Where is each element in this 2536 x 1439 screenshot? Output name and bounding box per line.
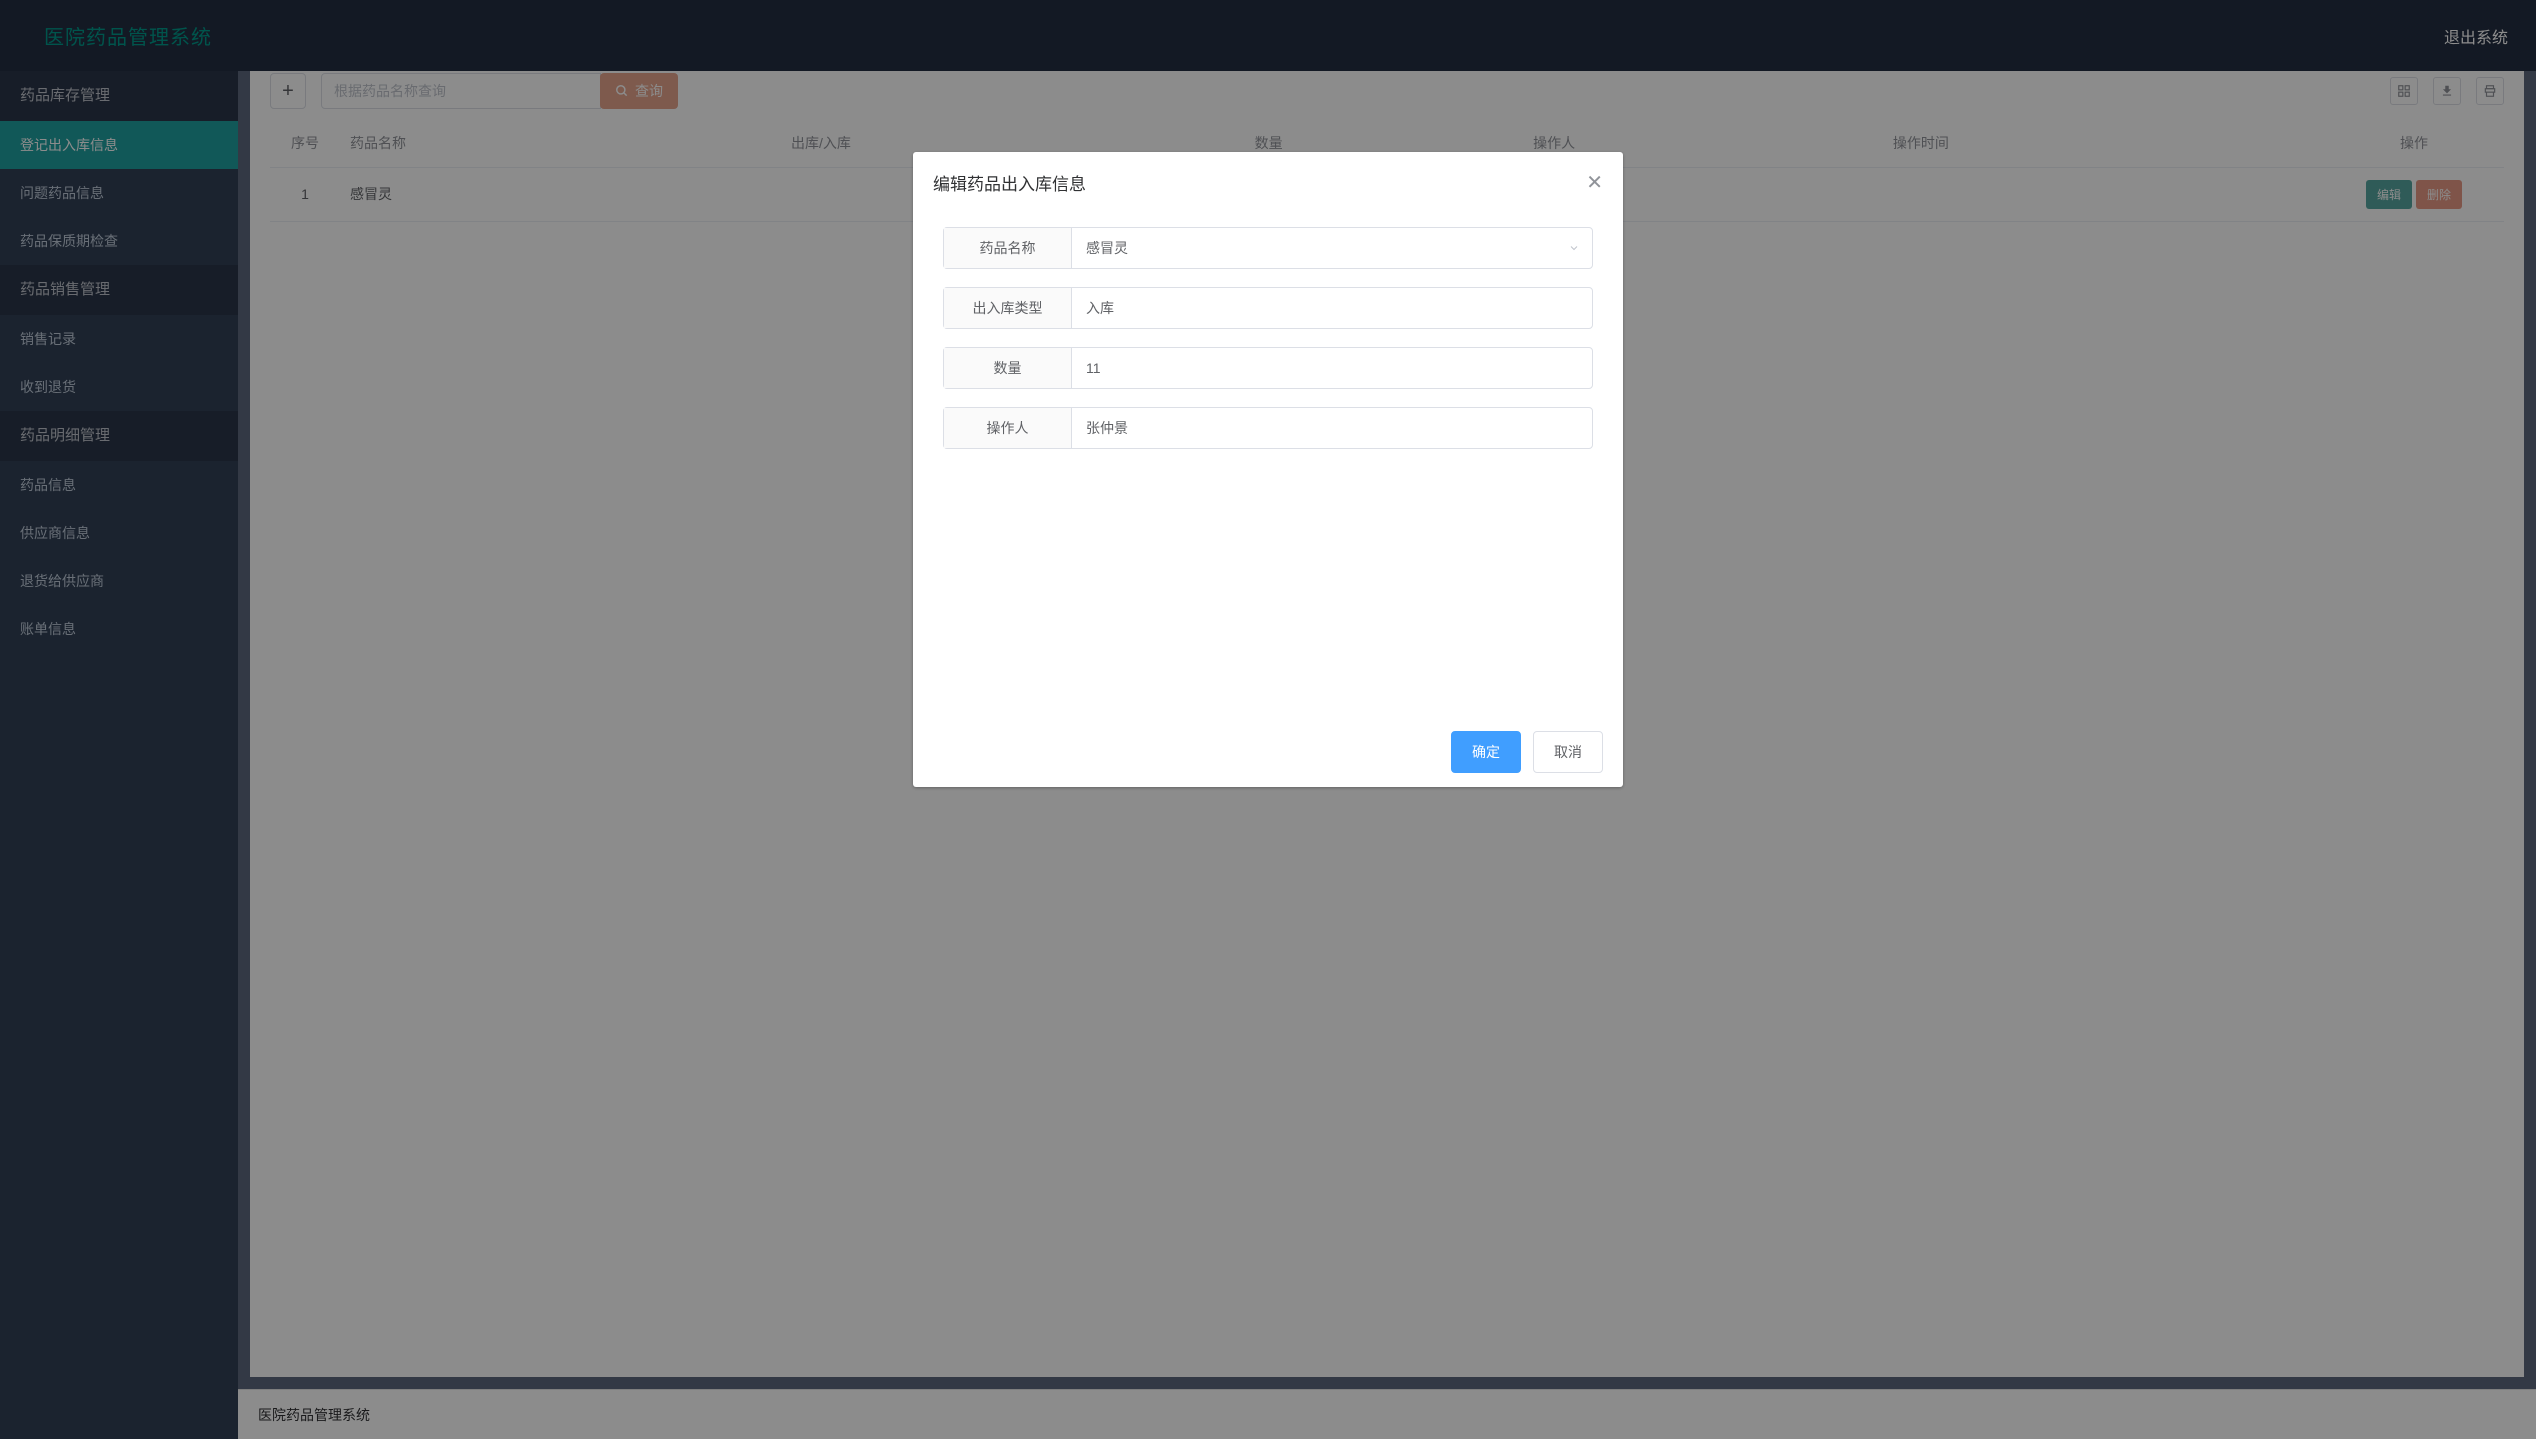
close-icon: ✕ xyxy=(1586,172,1603,194)
dialog-body: 药品名称 出入库类型 数量 操作人 xyxy=(913,207,1623,497)
dialog-title: 编辑药品出入库信息 xyxy=(933,170,1086,195)
select-drug-name[interactable] xyxy=(1072,228,1592,268)
form-row-type: 出入库类型 xyxy=(943,287,1593,329)
close-button[interactable]: ✕ xyxy=(1586,173,1603,193)
form-row-operator: 操作人 xyxy=(943,407,1593,449)
form-row-name: 药品名称 xyxy=(943,227,1593,269)
input-drug-name[interactable] xyxy=(1086,228,1578,268)
dialog-footer: 确定 取消 xyxy=(913,717,1623,787)
form-row-qty: 数量 xyxy=(943,347,1593,389)
cancel-button[interactable]: 取消 xyxy=(1533,731,1603,773)
label-operator: 操作人 xyxy=(944,408,1072,448)
input-operator[interactable] xyxy=(1086,408,1578,448)
edit-dialog: 编辑药品出入库信息 ✕ 药品名称 出入库类型 数量 xyxy=(913,152,1623,787)
input-inout-type[interactable] xyxy=(1086,288,1578,328)
label-drug-name: 药品名称 xyxy=(944,228,1072,268)
label-inout-type: 出入库类型 xyxy=(944,288,1072,328)
input-quantity[interactable] xyxy=(1086,348,1578,388)
dialog-header: 编辑药品出入库信息 ✕ xyxy=(913,152,1623,207)
confirm-button[interactable]: 确定 xyxy=(1451,731,1521,773)
chevron-down-icon xyxy=(1568,242,1580,254)
label-quantity: 数量 xyxy=(944,348,1072,388)
